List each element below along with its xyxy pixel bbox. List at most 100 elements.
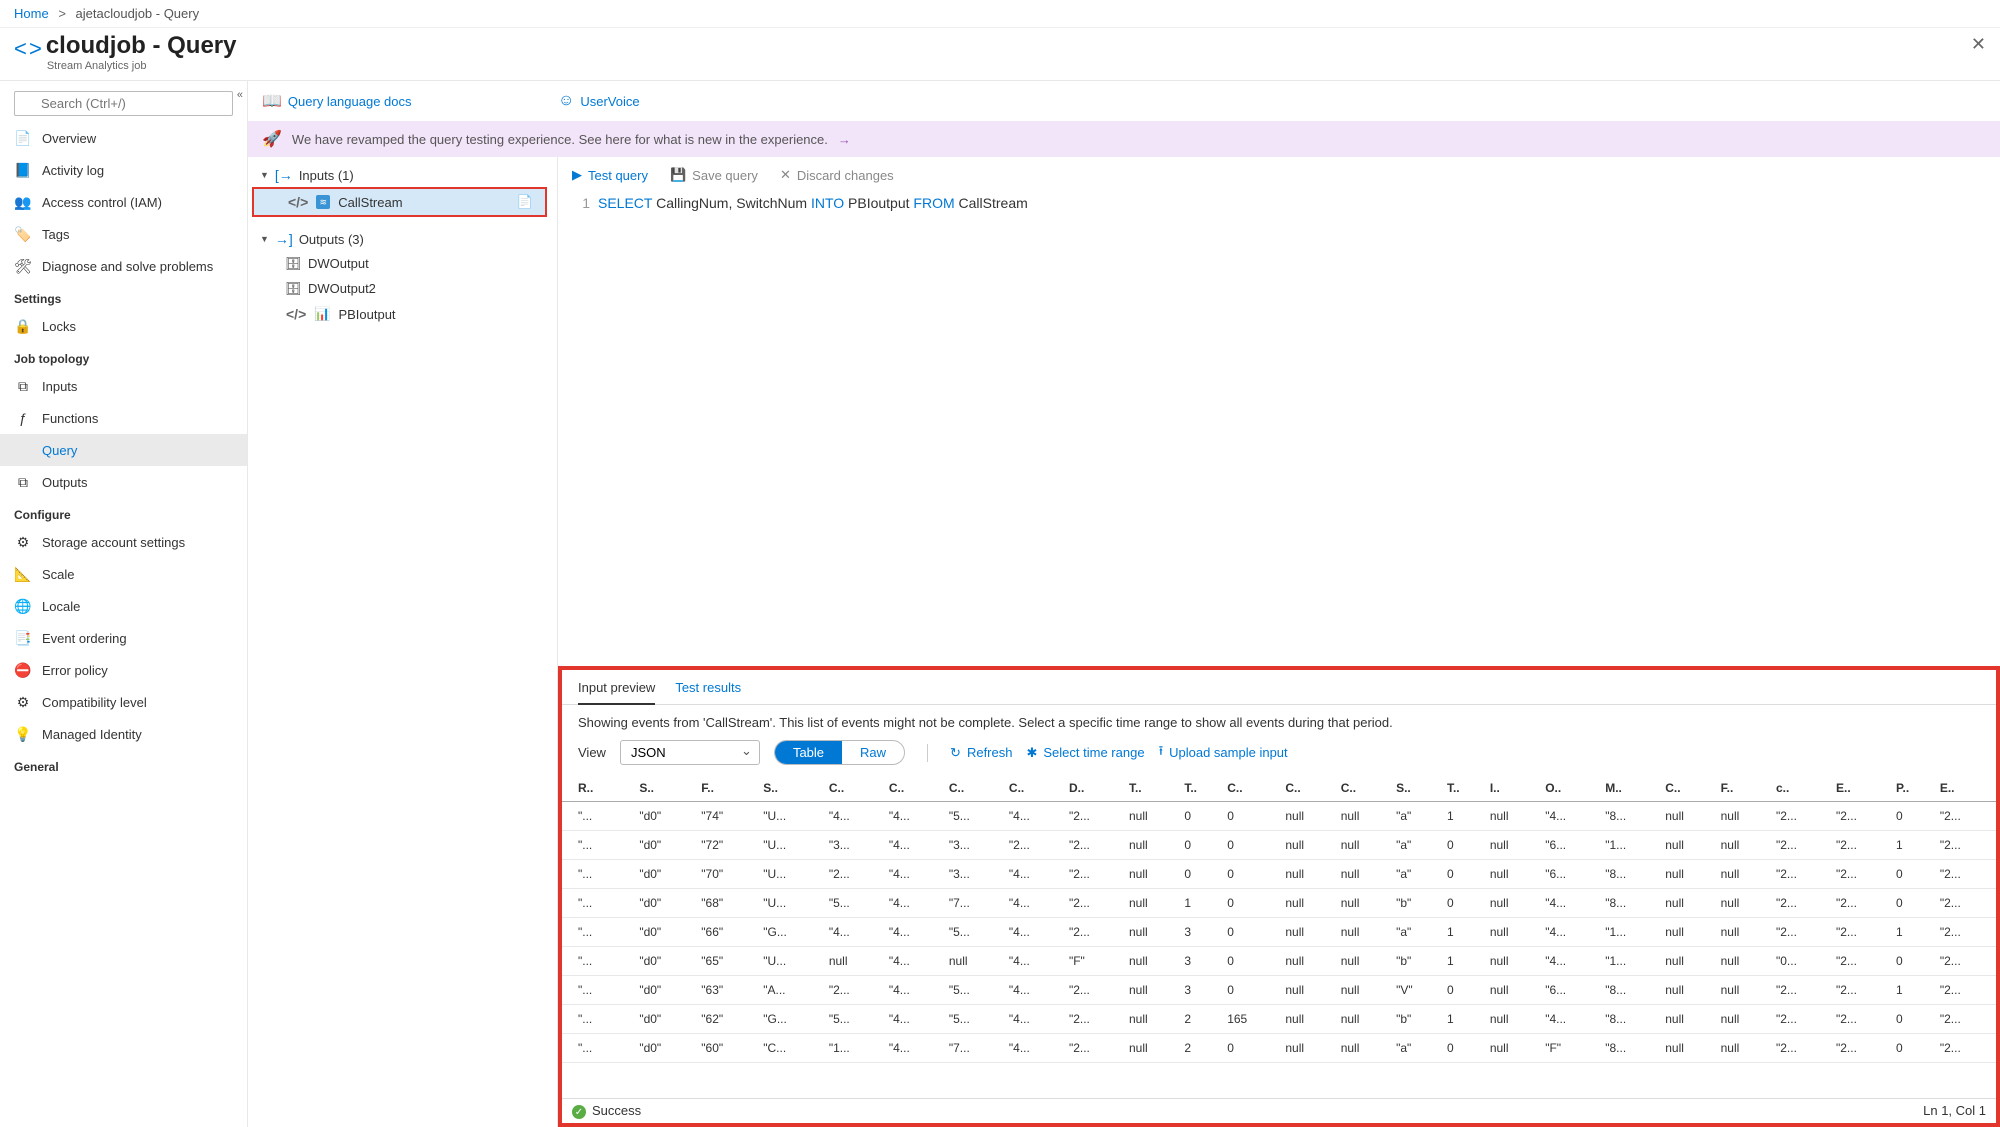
output-dwoutput2[interactable]: 🗄DWOutput2 xyxy=(252,276,553,301)
column-header[interactable]: c.. xyxy=(1772,775,1832,802)
gear-icon: ✱ xyxy=(1026,745,1037,761)
sidebar-item-tags[interactable]: 🏷️Tags xyxy=(0,218,247,250)
sidebar-item-scale[interactable]: 📐Scale xyxy=(0,558,247,590)
line-number: 1 xyxy=(558,195,598,211)
caret-down-icon: ▼ xyxy=(260,234,269,244)
column-header[interactable]: F.. xyxy=(697,775,759,802)
results-grid[interactable]: R..S..F..S..C..C..C..C..D..T..T..C..C..C… xyxy=(562,775,1996,1098)
table-row[interactable]: "..."d0""60""C..."1..."4..."7..."4..."2.… xyxy=(562,1034,1996,1063)
column-header[interactable]: C.. xyxy=(825,775,885,802)
table-row[interactable]: "..."d0""72""U..."3..."4..."3..."2..."2.… xyxy=(562,831,1996,860)
nav-icon: 🏷️ xyxy=(14,225,32,243)
output-dwoutput[interactable]: 🗄DWOutput xyxy=(252,251,553,276)
sidebar-item-locale[interactable]: 🌐Locale xyxy=(0,590,247,622)
sidebar-item-iam[interactable]: 👥Access control (IAM) xyxy=(0,186,247,218)
column-header[interactable]: M.. xyxy=(1601,775,1661,802)
code-editor[interactable]: 1 SELECT CallingNum, SwitchNum INTO PBIo… xyxy=(558,193,2000,213)
query-docs-link[interactable]: 📖Query language docs xyxy=(262,91,412,111)
sidebar-item-outputs[interactable]: ⧉Outputs xyxy=(0,466,247,498)
results-panel: Input preview Test results Showing event… xyxy=(558,666,2000,1127)
column-header[interactable]: T.. xyxy=(1443,775,1486,802)
sidebar-item-overview[interactable]: 📄Overview xyxy=(0,122,247,154)
table-row[interactable]: "..."d0""70""U..."2..."4..."3..."4..."2.… xyxy=(562,860,1996,889)
column-header[interactable]: T.. xyxy=(1125,775,1180,802)
nav-icon: 🛠 xyxy=(14,257,32,275)
smile-icon: ☺ xyxy=(558,92,574,110)
refresh-icon: ↻ xyxy=(950,745,961,761)
page-header: < > cloudjob - Query Stream Analytics jo… xyxy=(0,28,2000,80)
column-header[interactable]: I.. xyxy=(1486,775,1541,802)
upload-sample-button[interactable]: ⭱Upload sample input xyxy=(1159,742,1288,764)
column-header[interactable]: D.. xyxy=(1065,775,1125,802)
sidebar-item-diagnose[interactable]: 🛠Diagnose and solve problems xyxy=(0,250,247,282)
column-header[interactable]: S.. xyxy=(1392,775,1443,802)
select-time-range-button[interactable]: ✱Select time range xyxy=(1026,745,1144,761)
tab-input-preview[interactable]: Input preview xyxy=(578,680,655,705)
column-header[interactable]: P.. xyxy=(1892,775,1936,802)
column-header[interactable]: T.. xyxy=(1180,775,1223,802)
breadcrumb: Home > ajetacloudjob - Query xyxy=(0,0,2000,28)
test-query-button[interactable]: ▶Test query xyxy=(572,167,648,183)
output-pbioutput[interactable]: </>📊PBIoutput xyxy=(252,301,553,327)
view-select[interactable]: JSON xyxy=(620,740,760,765)
column-header[interactable]: C.. xyxy=(1661,775,1716,802)
nav-icon: 📄 xyxy=(14,129,32,147)
table-row[interactable]: "..."d0""63""A..."2..."4..."5..."4..."2.… xyxy=(562,976,1996,1005)
arrow-right-icon[interactable]: → xyxy=(838,132,851,147)
page-subtitle: Stream Analytics job xyxy=(47,60,237,72)
column-header[interactable]: C.. xyxy=(1337,775,1392,802)
column-header[interactable]: C.. xyxy=(945,775,1005,802)
inputs-tree-header[interactable]: ▼ [→ Inputs (1) xyxy=(252,163,553,187)
table-row[interactable]: "..."d0""62""G..."5..."4..."5..."4..."2.… xyxy=(562,1005,1996,1034)
sidebar-item-error-policy[interactable]: ⛔Error policy xyxy=(0,654,247,686)
sidebar-item-query[interactable]: Query xyxy=(0,434,247,466)
outputs-tree-header[interactable]: ▼ →] Outputs (3) xyxy=(252,227,553,251)
view-label: View xyxy=(578,745,606,760)
nav-icon: 💡 xyxy=(14,725,32,743)
sidebar-item-locks[interactable]: 🔒Locks xyxy=(0,310,247,342)
sidebar-item-functions[interactable]: ƒFunctions xyxy=(0,402,247,434)
tab-test-results[interactable]: Test results xyxy=(675,680,741,704)
toggle-raw[interactable]: Raw xyxy=(842,741,904,764)
breadcrumb-home[interactable]: Home xyxy=(14,6,49,21)
input-callstream[interactable]: </> ≋ CallStream 📄 xyxy=(252,187,547,217)
sidebar-item-compat[interactable]: ⚙Compatibility level xyxy=(0,686,247,718)
column-header[interactable]: C.. xyxy=(1281,775,1336,802)
sidebar-item-identity[interactable]: 💡Managed Identity xyxy=(0,718,247,750)
toggle-table[interactable]: Table xyxy=(775,741,842,764)
sidebar-item-storage[interactable]: ⚙Storage account settings xyxy=(0,526,247,558)
refresh-button[interactable]: ↻Refresh xyxy=(950,745,1012,761)
table-row[interactable]: "..."d0""68""U..."5..."4..."7..."4..."2.… xyxy=(562,889,1996,918)
status-success: ✓Success xyxy=(572,1103,641,1120)
outputs-bracket-icon: →] xyxy=(275,231,293,247)
editor-toolbar: ▶Test query 💾Save query ✕Discard changes xyxy=(558,157,2000,193)
section-topology: Job topology xyxy=(0,342,247,370)
uservoice-link[interactable]: ☺UserVoice xyxy=(558,92,640,110)
sidebar-item-event-ordering[interactable]: 📑Event ordering xyxy=(0,622,247,654)
column-header[interactable]: F.. xyxy=(1717,775,1772,802)
column-header[interactable]: C.. xyxy=(1223,775,1281,802)
save-query-button[interactable]: 💾Save query xyxy=(670,167,758,183)
chevrons-icon: < > xyxy=(14,36,40,62)
document-icon[interactable]: 📄 xyxy=(517,194,533,210)
table-row[interactable]: "..."d0""66""G..."4..."4..."5..."4..."2.… xyxy=(562,918,1996,947)
results-info: Showing events from 'CallStream'. This l… xyxy=(562,705,1996,736)
table-row[interactable]: "..."d0""65""U...null"4...null"4..."F"nu… xyxy=(562,947,1996,976)
column-header[interactable]: E.. xyxy=(1936,775,1996,802)
column-header[interactable]: S.. xyxy=(635,775,697,802)
column-header[interactable]: E.. xyxy=(1832,775,1892,802)
view-toggle[interactable]: Table Raw xyxy=(774,740,905,765)
column-header[interactable]: C.. xyxy=(885,775,945,802)
column-header[interactable]: O.. xyxy=(1541,775,1601,802)
sidebar-item-activity-log[interactable]: 📘Activity log xyxy=(0,154,247,186)
column-header[interactable]: C.. xyxy=(1005,775,1065,802)
discard-button[interactable]: ✕Discard changes xyxy=(780,167,894,183)
search-input[interactable] xyxy=(14,91,233,116)
sidebar-item-inputs[interactable]: ⧉Inputs xyxy=(0,370,247,402)
column-header[interactable]: R.. xyxy=(562,775,635,802)
column-header[interactable]: S.. xyxy=(759,775,825,802)
nav-icon: 👥 xyxy=(14,193,32,211)
table-row[interactable]: "..."d0""74""U..."4..."4..."5..."4..."2.… xyxy=(562,802,1996,831)
database-icon: 🗄 xyxy=(286,257,300,271)
close-icon[interactable]: ✕ xyxy=(1971,34,1986,55)
